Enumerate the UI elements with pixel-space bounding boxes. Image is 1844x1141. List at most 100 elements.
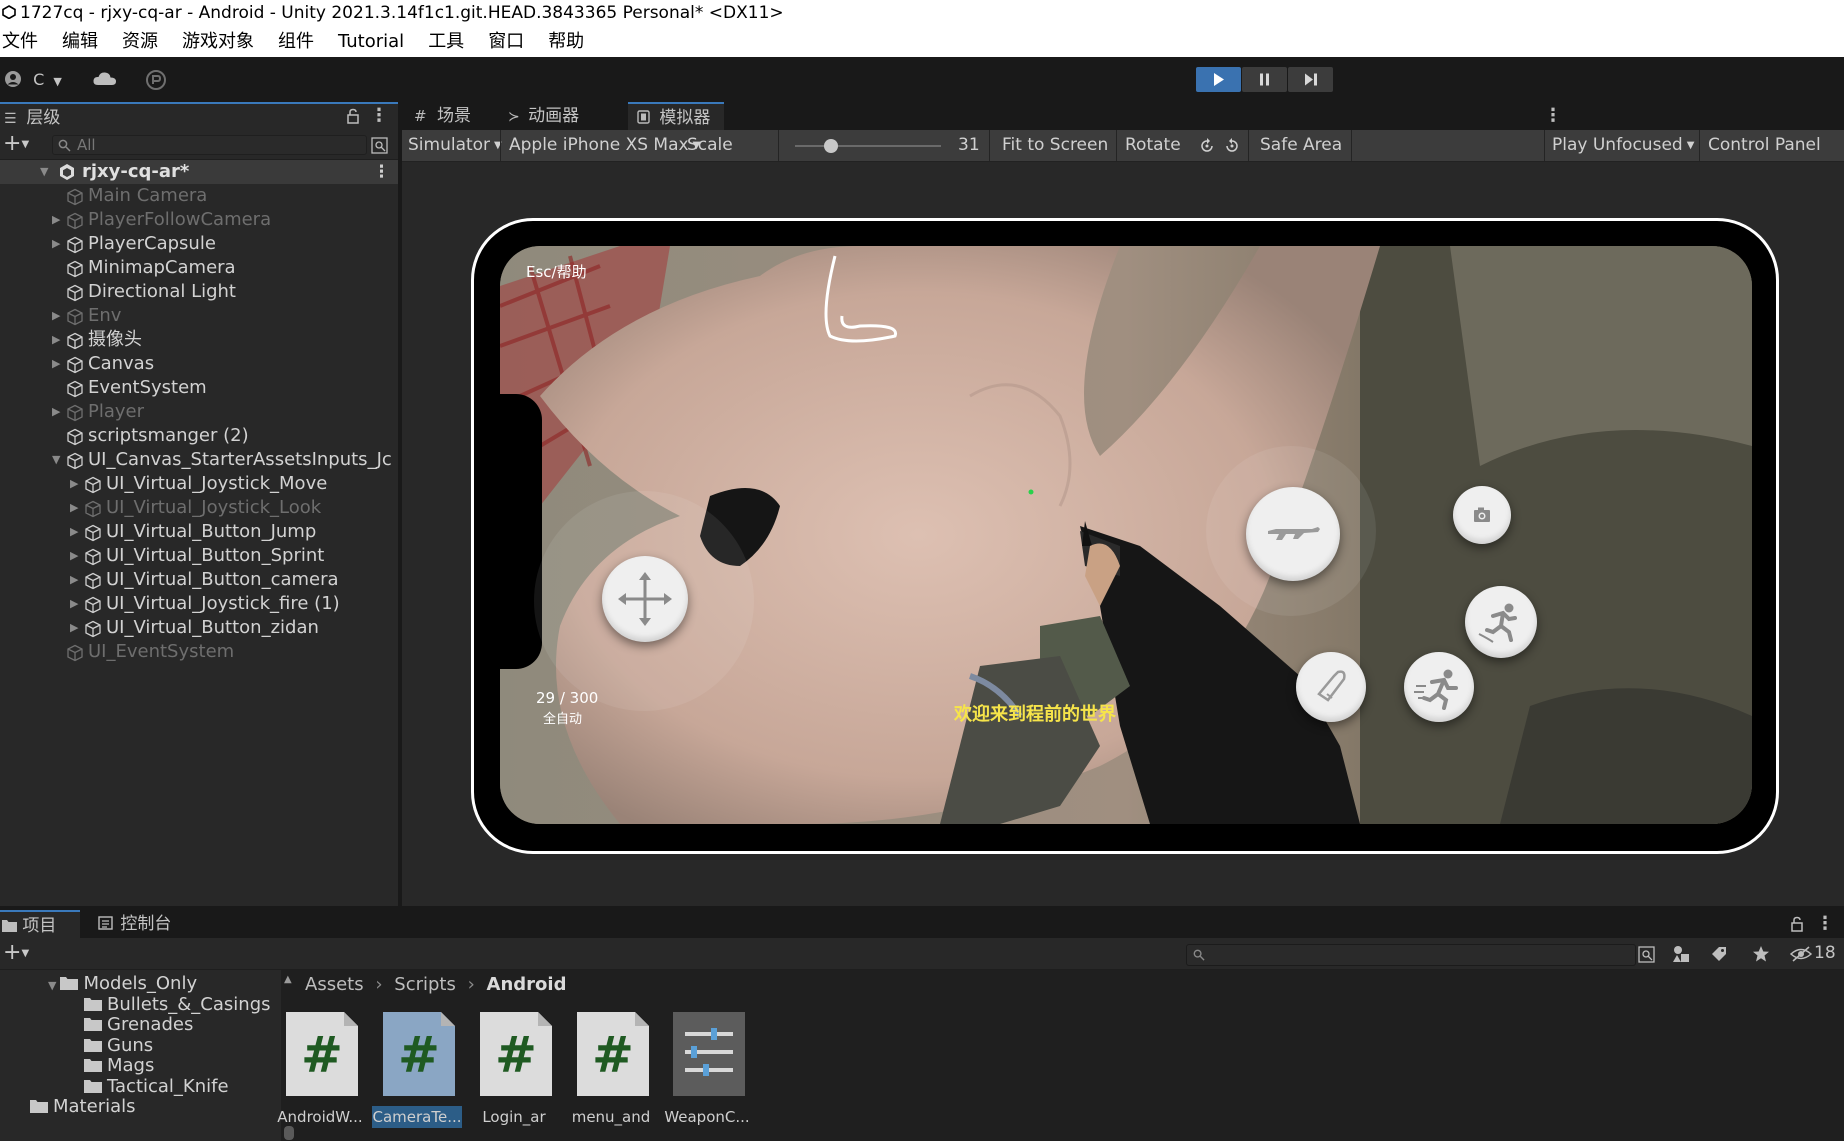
jump-button[interactable] xyxy=(1465,586,1537,658)
hierarchy-item[interactable]: MinimapCamera xyxy=(0,256,398,280)
breadcrumb-android[interactable]: Android xyxy=(487,974,567,995)
search-by-scene-icon[interactable] xyxy=(1638,946,1655,963)
asset-item[interactable]: # menu_and xyxy=(566,1012,656,1138)
scale-slider-handle[interactable] xyxy=(824,139,838,153)
hierarchy-item[interactable]: scriptsmanger (2) xyxy=(0,424,398,448)
more-menu-icon[interactable]: ⋮ xyxy=(370,105,388,126)
hierarchy-search-input[interactable]: All xyxy=(52,135,367,155)
play-button[interactable] xyxy=(1196,67,1241,92)
hierarchy-item[interactable]: ▶ UI_Virtual_Joystick_fire (1) xyxy=(0,592,398,616)
tab-project[interactable]: 项目 xyxy=(0,910,80,938)
menu-gameobject[interactable]: 游戏对象 xyxy=(182,27,254,57)
help-hint[interactable]: Esc/帮助 xyxy=(526,261,587,282)
tab-hierarchy[interactable]: ☰ 层级 xyxy=(0,102,398,130)
hierarchy-item[interactable]: ▶ UI_Virtual_Button_camera xyxy=(0,568,398,592)
more-menu-icon[interactable]: ⋮ xyxy=(1816,913,1834,934)
sprint-button[interactable] xyxy=(1404,652,1474,722)
rotate-right-icon[interactable] xyxy=(1223,137,1241,155)
more-menu-icon[interactable]: ⋮ xyxy=(1544,105,1562,126)
expand-arrow-icon[interactable]: ▶ xyxy=(70,496,82,520)
collapse-arrow-icon[interactable]: ▼ xyxy=(52,448,64,472)
expand-arrow-icon[interactable]: ▶ xyxy=(70,472,82,496)
hierarchy-item[interactable]: ▶ UI_Virtual_Button_Jump xyxy=(0,520,398,544)
create-asset-button[interactable]: +▼ xyxy=(3,941,29,966)
expand-arrow-icon[interactable]: ▶ xyxy=(52,352,64,376)
expand-arrow-icon[interactable]: ▶ xyxy=(70,616,82,640)
menu-file[interactable]: 文件 xyxy=(2,27,38,57)
expand-arrow-icon[interactable]: ▶ xyxy=(52,400,64,424)
project-search-input[interactable] xyxy=(1186,944,1636,966)
menu-tools[interactable]: 工具 xyxy=(428,27,464,57)
cloud-icon[interactable] xyxy=(92,67,118,91)
menu-assets[interactable]: 资源 xyxy=(122,27,158,57)
fit-to-screen-button[interactable]: Fit to Screen xyxy=(1002,130,1108,161)
hierarchy-item[interactable]: ▶ UI_Virtual_Joystick_Look xyxy=(0,496,398,520)
expand-arrow-icon[interactable]: ▶ xyxy=(52,232,64,256)
asset-item[interactable]: # AndroidW... xyxy=(275,1012,365,1138)
scroll-up-arrow-icon[interactable]: ▲ xyxy=(284,974,292,985)
menu-window[interactable]: 窗口 xyxy=(488,27,524,57)
tab-scene[interactable]: # 场景 xyxy=(408,102,496,130)
play-mode-dropdown[interactable]: Play Unfocused ▼ xyxy=(1552,130,1694,161)
collapse-arrow-icon[interactable]: ▼ xyxy=(48,979,56,992)
filter-by-label-icon[interactable] xyxy=(1710,945,1728,963)
hierarchy-item[interactable]: ▶ 摄像头 xyxy=(0,328,398,352)
favorite-star-icon[interactable] xyxy=(1752,945,1770,963)
menu-tutorial[interactable]: Tutorial xyxy=(338,27,404,57)
hierarchy-item[interactable]: ▶ UI_Virtual_Joystick_Move xyxy=(0,472,398,496)
fire-button[interactable] xyxy=(1246,487,1340,581)
hierarchy-item[interactable]: ▼ UI_Canvas_StarterAssetsInputs_Jc xyxy=(0,448,398,472)
reload-button[interactable] xyxy=(1296,652,1366,722)
folder-item[interactable]: Materials xyxy=(30,1095,136,1119)
hierarchy-item[interactable]: ▶ PlayerFollowCamera xyxy=(0,208,398,232)
lock-icon[interactable] xyxy=(346,108,360,124)
safe-area-toggle[interactable]: Safe Area xyxy=(1260,130,1342,161)
hierarchy-item[interactable]: UI_EventSystem xyxy=(0,640,398,664)
simulator-mode-dropdown[interactable]: Simulator ▼ xyxy=(408,130,502,161)
breadcrumb-assets[interactable]: Assets xyxy=(305,974,364,995)
expand-arrow-icon[interactable]: ▶ xyxy=(52,328,64,352)
lock-icon[interactable] xyxy=(1790,916,1804,932)
step-button[interactable] xyxy=(1288,67,1333,92)
tab-animator[interactable]: ≻ 动画器 xyxy=(502,102,606,130)
tab-simulator[interactable]: 模拟器 xyxy=(628,102,724,130)
expand-arrow-icon[interactable]: ▶ xyxy=(52,304,64,328)
camera-button[interactable] xyxy=(1453,486,1511,544)
scene-search-icon[interactable] xyxy=(371,137,388,154)
control-panel-button[interactable]: Control Panel xyxy=(1708,130,1821,161)
menu-component[interactable]: 组件 xyxy=(278,27,314,57)
pause-button[interactable] xyxy=(1242,67,1287,92)
asset-item[interactable]: # CameraTe... xyxy=(372,1012,462,1138)
scene-row[interactable]: ▼ rjxy-cq-ar* ⋮ xyxy=(0,160,398,184)
asset-item[interactable]: WeaponC... xyxy=(662,1012,752,1138)
collab-icon[interactable] xyxy=(145,69,167,91)
hierarchy-item[interactable]: ▶ Env xyxy=(0,304,398,328)
account-dropdown[interactable]: C ▼ xyxy=(4,69,62,91)
expand-arrow-icon[interactable]: ▶ xyxy=(52,208,64,232)
hierarchy-item[interactable]: Directional Light xyxy=(0,280,398,304)
hierarchy-item[interactable]: ▶ PlayerCapsule xyxy=(0,232,398,256)
expand-arrow-icon[interactable]: ▼ xyxy=(40,160,52,184)
expand-arrow-icon[interactable]: ▶ xyxy=(70,520,82,544)
hierarchy-item[interactable]: Main Camera xyxy=(0,184,398,208)
game-screen[interactable]: Esc/帮助 29 / 300 全自动 欢迎来到程前的世界 xyxy=(500,246,1752,824)
add-object-button[interactable]: +▼ xyxy=(3,132,29,157)
hierarchy-item[interactable]: ▶ Player xyxy=(0,400,398,424)
rotate-left-icon[interactable] xyxy=(1198,137,1216,155)
hierarchy-item[interactable]: ▶ UI_Virtual_Button_Sprint xyxy=(0,544,398,568)
expand-arrow-icon[interactable]: ▶ xyxy=(70,568,82,592)
hidden-eye-icon[interactable] xyxy=(1790,946,1812,962)
menu-edit[interactable]: 编辑 xyxy=(62,27,98,57)
expand-arrow-icon[interactable]: ▶ xyxy=(70,592,82,616)
expand-arrow-icon[interactable]: ▶ xyxy=(70,544,82,568)
scale-slider-track[interactable] xyxy=(795,145,941,147)
hierarchy-item[interactable]: EventSystem xyxy=(0,376,398,400)
scene-menu-icon[interactable]: ⋮ xyxy=(373,160,390,184)
asset-item[interactable]: # Login_ar xyxy=(469,1012,559,1138)
tab-console[interactable]: 控制台 xyxy=(94,910,198,938)
move-joystick[interactable] xyxy=(602,556,688,642)
menu-help[interactable]: 帮助 xyxy=(548,27,584,57)
hierarchy-item[interactable]: ▶ UI_Virtual_Button_zidan xyxy=(0,616,398,640)
device-dropdown[interactable]: Apple iPhone XS Max ▼ xyxy=(509,130,700,161)
filter-by-type-icon[interactable] xyxy=(1672,945,1690,963)
